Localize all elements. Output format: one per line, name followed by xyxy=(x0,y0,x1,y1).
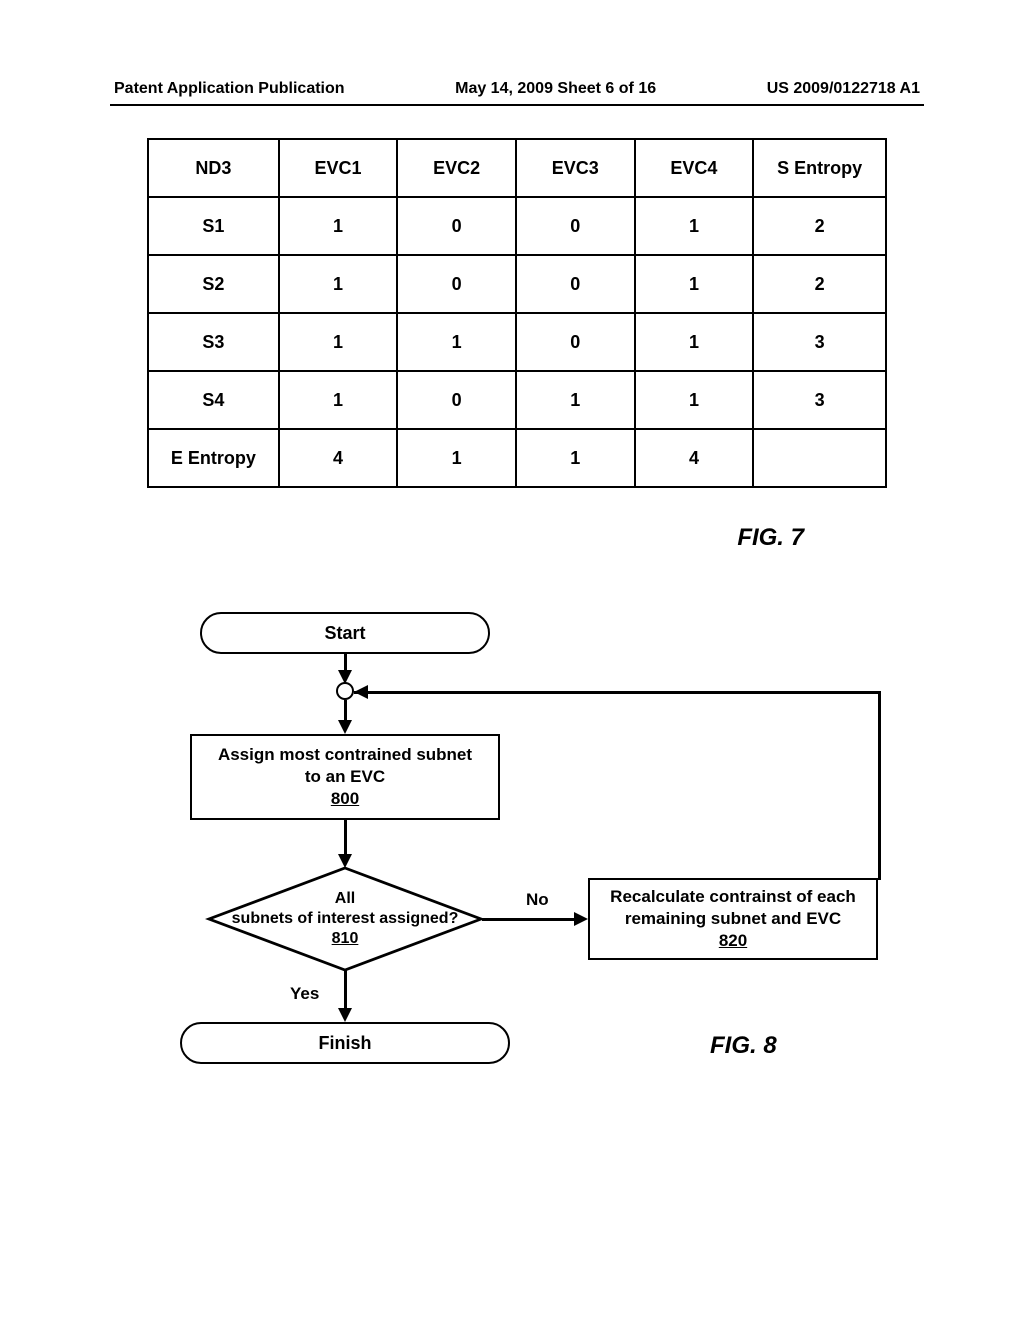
entropy-table: ND3 EVC1 EVC2 EVC3 EVC4 S Entropy S1 1 0… xyxy=(147,138,887,488)
table-row: S1 1 0 0 1 2 xyxy=(148,197,886,255)
start-terminator: Start xyxy=(200,612,490,654)
no-label: No xyxy=(526,890,549,910)
row-label: S4 xyxy=(148,371,279,429)
row-label: E Entropy xyxy=(148,429,279,487)
cell: 1 xyxy=(279,197,398,255)
figure-8-label: FIG. 8 xyxy=(710,1032,777,1060)
row-label: S2 xyxy=(148,255,279,313)
col-header: EVC2 xyxy=(397,139,516,197)
process-text: Assign most contrained subnet xyxy=(218,744,472,766)
process-text: to an EVC xyxy=(305,766,385,788)
cell: 1 xyxy=(516,429,635,487)
cell: 0 xyxy=(397,255,516,313)
table-row: E Entropy 4 1 1 4 xyxy=(148,429,886,487)
header-left: Patent Application Publication xyxy=(114,80,345,98)
flowchart-fig8: Start Assign most contrained subnet to a… xyxy=(170,612,930,1092)
cell: 1 xyxy=(635,371,754,429)
cell: 1 xyxy=(397,313,516,371)
process-800: Assign most contrained subnet to an EVC … xyxy=(190,734,500,820)
cell: 3 xyxy=(753,313,886,371)
table-row: S3 1 1 0 1 3 xyxy=(148,313,886,371)
header-center: May 14, 2009 Sheet 6 of 16 xyxy=(455,80,656,98)
start-label: Start xyxy=(324,623,365,644)
process-text: Recalculate contrainst of each xyxy=(610,886,856,908)
process-ref: 820 xyxy=(719,930,747,952)
arrow-icon xyxy=(338,1008,352,1022)
col-header: EVC1 xyxy=(279,139,398,197)
cell: 0 xyxy=(397,371,516,429)
yes-label: Yes xyxy=(290,984,319,1004)
cell: 1 xyxy=(279,371,398,429)
process-text: remaining subnet and EVC xyxy=(625,908,841,930)
cell: 1 xyxy=(279,255,398,313)
cell: 0 xyxy=(397,197,516,255)
col-header: EVC3 xyxy=(516,139,635,197)
col-header: EVC4 xyxy=(635,139,754,197)
arrow-icon xyxy=(354,685,368,699)
decision-ref: 810 xyxy=(332,929,359,949)
cell: 0 xyxy=(516,255,635,313)
cell: 1 xyxy=(397,429,516,487)
header-right: US 2009/0122718 A1 xyxy=(767,80,920,98)
arrow-icon xyxy=(338,720,352,734)
cell: 1 xyxy=(635,255,754,313)
table-header-row: ND3 EVC1 EVC2 EVC3 EVC4 S Entropy xyxy=(148,139,886,197)
flow-junction xyxy=(336,682,354,700)
process-820: Recalculate contrainst of each remaining… xyxy=(588,878,878,960)
process-ref: 800 xyxy=(331,788,359,810)
cell: 0 xyxy=(516,313,635,371)
col-header: S Entropy xyxy=(753,139,886,197)
finish-label: Finish xyxy=(319,1033,372,1054)
decision-text: subnets of interest assigned? xyxy=(232,909,459,929)
col-header: ND3 xyxy=(148,139,279,197)
cell: 1 xyxy=(516,371,635,429)
cell: 4 xyxy=(279,429,398,487)
row-label: S1 xyxy=(148,197,279,255)
flow-line xyxy=(354,691,880,694)
table-row: S2 1 0 0 1 2 xyxy=(148,255,886,313)
page-header: Patent Application Publication May 14, 2… xyxy=(110,80,924,98)
decision-text: All xyxy=(335,889,355,909)
cell: 3 xyxy=(753,371,886,429)
cell: 1 xyxy=(635,313,754,371)
table-row: S4 1 0 1 1 3 xyxy=(148,371,886,429)
decision-810: All subnets of interest assigned? 810 xyxy=(205,864,485,974)
cell xyxy=(753,429,886,487)
arrow-icon xyxy=(574,912,588,926)
flow-line xyxy=(878,691,881,880)
cell: 2 xyxy=(753,197,886,255)
cell: 4 xyxy=(635,429,754,487)
cell: 2 xyxy=(753,255,886,313)
cell: 0 xyxy=(516,197,635,255)
finish-terminator: Finish xyxy=(180,1022,510,1064)
figure-7-label: FIG. 7 xyxy=(110,524,804,552)
header-rule xyxy=(110,104,924,106)
cell: 1 xyxy=(635,197,754,255)
cell: 1 xyxy=(279,313,398,371)
row-label: S3 xyxy=(148,313,279,371)
flow-line xyxy=(482,918,578,921)
